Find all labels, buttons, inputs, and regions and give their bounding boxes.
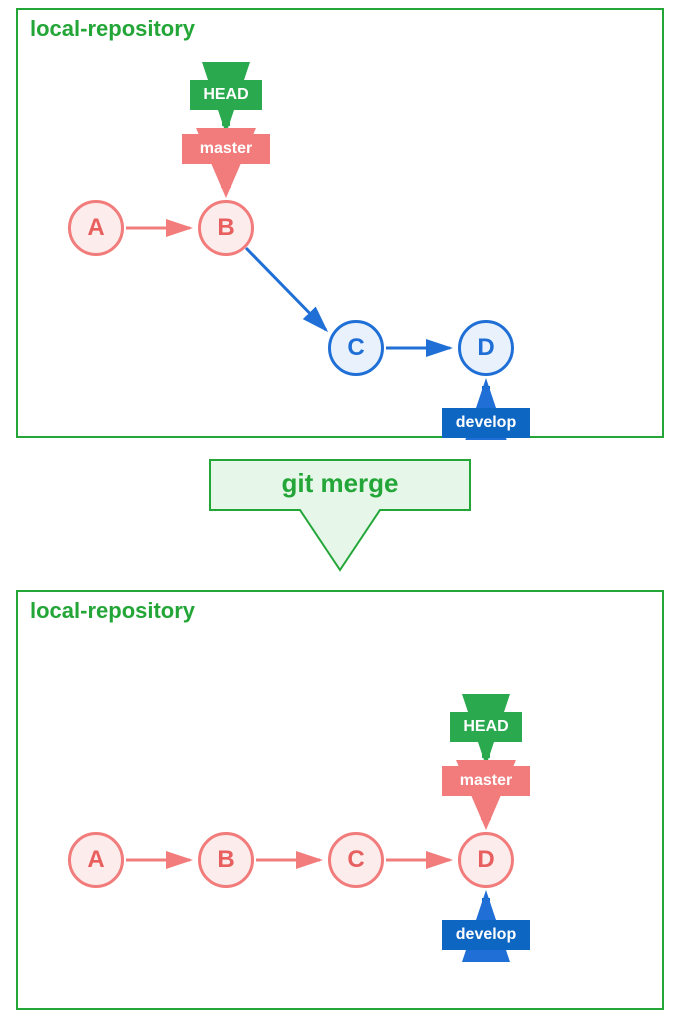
bottom-repo-title: local-repository [30,598,195,624]
top-repo-title: local-repository [30,16,195,42]
commit-d: D [458,832,514,888]
top-repo-box: local-repository [16,8,664,438]
commit-b: B [198,832,254,888]
master-label: master [200,140,252,157]
develop-label-bottom: develop [456,926,516,943]
head-tag-top: HEAD [190,80,262,110]
head-label-bottom: HEAD [463,718,508,735]
arrow-b-to-c [246,248,326,330]
commit-a: A [68,200,124,256]
bottom-repo-box: local-repository HEAD master develop A B C… [16,590,664,1010]
master-tag-top: master [182,134,270,164]
bottom-arrows-svg [18,592,666,1012]
master-label-bottom: master [460,772,512,789]
develop-label: develop [456,414,516,431]
develop-tag-top: develop [442,408,530,438]
commit-d: D [458,320,514,376]
merge-label: git merge [200,468,480,499]
develop-tag-bottom: develop [442,920,530,950]
head-tag-bottom: HEAD [450,712,522,742]
commit-a: A [68,832,124,888]
commit-b: B [198,200,254,256]
head-label: HEAD [203,86,248,103]
commit-c: C [328,320,384,376]
commit-c: C [328,832,384,888]
merge-arrow-block: git merge [200,450,480,580]
master-tag-bottom: master [442,766,530,796]
